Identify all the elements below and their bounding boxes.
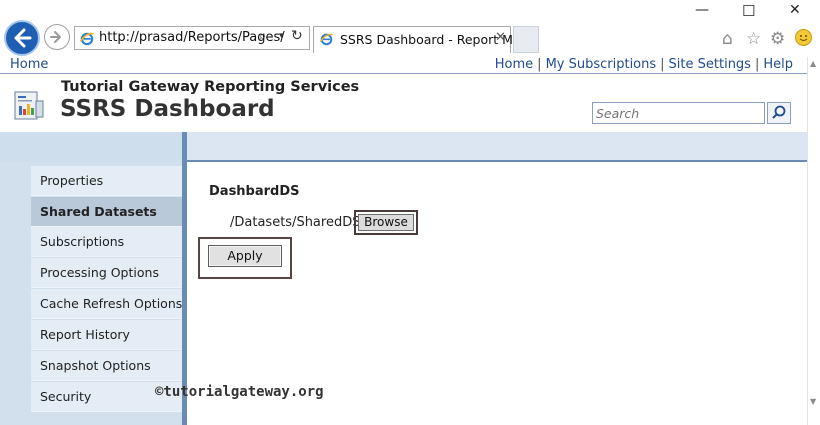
left-panel-header [0,132,182,162]
panel-divider [182,132,187,425]
search-input[interactable] [592,102,765,124]
browse-button[interactable]: Browse [358,214,414,231]
scroll-down-icon[interactable]: ▼ [810,397,816,406]
scroll-up-icon[interactable]: ▲ [810,59,816,68]
global-links: Home | My Subscriptions | Site Settings | Help [495,57,793,72]
site-settings-link[interactable]: Site Settings [669,57,751,72]
dataset-path: /Datasets/SharedDS [230,215,361,230]
ie-logo-icon [79,32,94,46]
star-icon[interactable]: ☆ [746,29,761,49]
page-title: SSRS Dashboard [60,96,275,122]
gear-icon[interactable]: ⚙ [770,29,785,49]
home-link[interactable]: Home [495,57,533,72]
dataset-name-label: DashbardDS [209,184,300,199]
sidebar-item-cache-refresh-options[interactable]: Cache Refresh Options [31,289,182,319]
sidebar-item-subscriptions[interactable]: Subscriptions [31,227,182,257]
search-button[interactable] [767,102,791,124]
home-link-left[interactable]: Home [10,57,48,72]
sidebar-item-snapshot-options[interactable]: Snapshot Options [31,351,182,381]
forward-arrow-icon [50,31,61,43]
my-subscriptions-link[interactable]: My Subscriptions [546,57,657,72]
new-tab-button[interactable] [513,26,539,53]
help-link[interactable]: Help [763,57,793,72]
link-separator: | [660,57,665,72]
maximize-icon[interactable]: ☐ [742,2,755,20]
report-logo-icon [14,91,44,120]
apply-highlight: Apply [198,237,292,279]
forward-button[interactable] [44,24,70,50]
link-separator: | [537,57,542,72]
sidebar-item-report-history[interactable]: Report History [31,320,182,350]
watermark: ©tutorialgateway.org [155,384,324,400]
magnifier-icon [772,105,786,119]
back-arrow-icon [14,28,32,48]
tab-ie-icon [319,33,333,46]
site-name: Tutorial Gateway Reporting Services [61,79,360,95]
dropdown-arrow-icon[interactable]: ▾ [279,31,284,41]
home-icon[interactable]: ⌂ [722,29,733,49]
browse-highlight: Browse [354,210,418,235]
sidebar-item-processing-options[interactable]: Processing Options [31,258,182,288]
vertical-scrollbar[interactable]: ▲ ▼ [807,57,820,425]
back-button[interactable] [4,20,40,56]
minimize-icon[interactable]: — [695,2,709,18]
tab-close-icon[interactable]: ✕ [495,30,506,45]
browser-tab[interactable]: SSRS Dashboard - Report M... ✕ [313,26,525,53]
top-link-bar: Home Home | My Subscriptions | Site Settings… [0,57,807,74]
content-toolbar-strip [187,132,807,162]
search-icon[interactable]: ⌕ [259,29,266,44]
apply-button[interactable]: Apply [208,245,282,267]
sidebar-item-shared-datasets[interactable]: Shared Datasets [31,197,182,227]
refresh-icon[interactable]: ↻ [291,28,303,44]
smiley-icon[interactable] [795,29,812,46]
smiley-face-icon [799,35,808,41]
address-bar[interactable]: http://prasad/Reports/Pages/ ⌕ ▾ ↻ [74,26,310,50]
browser-chrome: http://prasad/Reports/Pages/ ⌕ ▾ ↻ SSRS … [0,0,820,57]
close-window-icon[interactable]: ✕ [789,2,801,18]
sidebar-item-properties[interactable]: Properties [31,166,182,196]
address-url[interactable]: http://prasad/Reports/Pages/ [99,30,285,45]
link-separator: | [754,57,760,72]
page-header: Tutorial Gateway Reporting Services SSRS… [0,75,807,132]
